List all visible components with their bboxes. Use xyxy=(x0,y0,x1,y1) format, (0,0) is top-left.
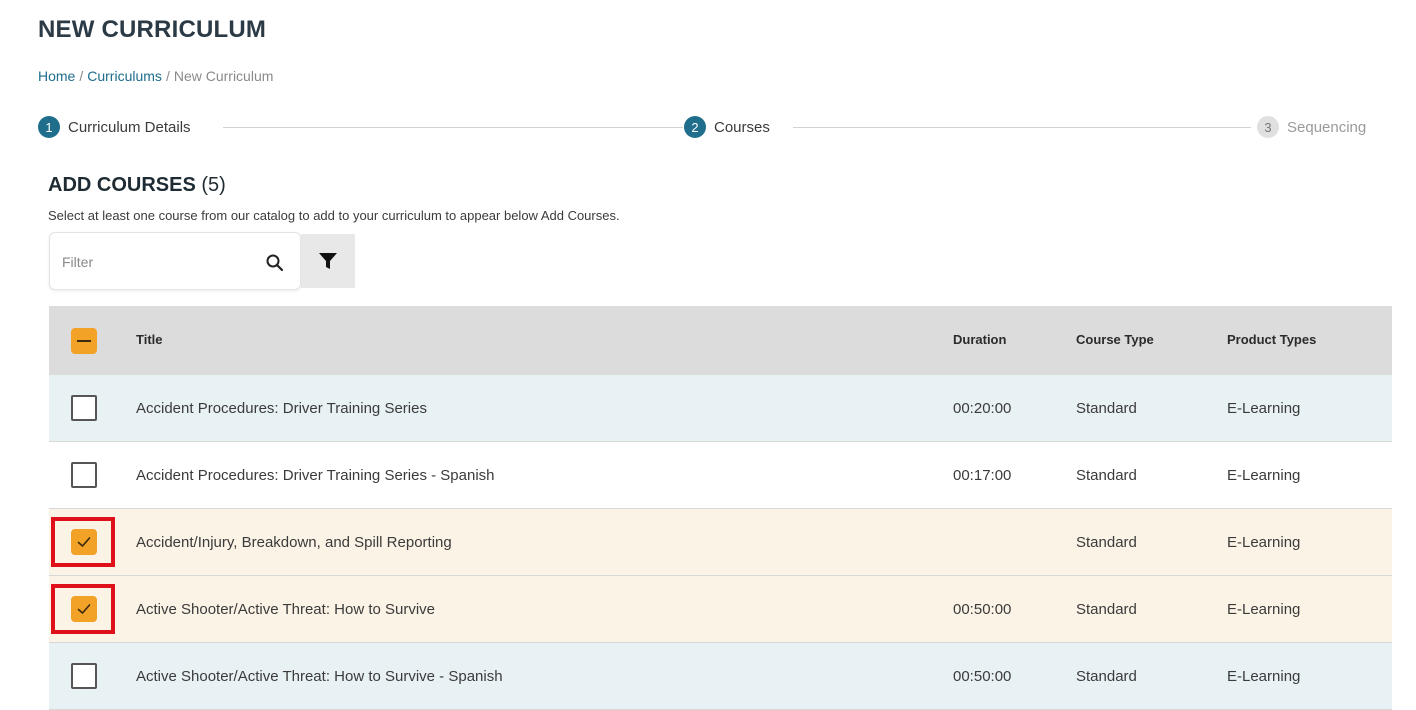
stepper-line-2 xyxy=(793,127,1251,128)
course-title: Active Shooter/Active Threat: How to Sur… xyxy=(136,667,503,685)
step-label-2: Courses xyxy=(714,118,770,136)
select-all-cell xyxy=(71,306,97,375)
course-duration: 00:17:00 xyxy=(953,466,1012,484)
select-all-checkbox[interactable] xyxy=(71,327,97,354)
course-duration: 00:50:00 xyxy=(953,667,1012,685)
progress-stepper: 1 Curriculum Details 2 Courses 3 Sequenc… xyxy=(38,116,1378,140)
section-title-text: ADD COURSES xyxy=(48,174,196,196)
table-row[interactable]: Active Shooter/Active Threat: How to Sur… xyxy=(49,576,1392,643)
filter-input[interactable] xyxy=(62,251,252,273)
course-title: Accident Procedures: Driver Training Ser… xyxy=(136,399,427,417)
search-icon[interactable] xyxy=(265,253,285,273)
course-product-types: E-Learning xyxy=(1227,667,1301,685)
course-type: Standard xyxy=(1076,466,1137,484)
row-checkbox[interactable] xyxy=(71,462,97,488)
step-courses[interactable]: 2 Courses xyxy=(684,116,770,138)
breadcrumb-current: New Curriculum xyxy=(173,68,274,84)
breadcrumb-separator: / xyxy=(165,68,170,84)
row-checkbox-cell xyxy=(71,643,97,709)
course-product-types: E-Learning xyxy=(1227,533,1301,551)
row-checkbox[interactable] xyxy=(51,584,115,634)
column-header-product-types[interactable]: Product Types xyxy=(1227,306,1316,347)
row-checkbox[interactable] xyxy=(71,395,97,421)
step-label-1: Curriculum Details xyxy=(68,118,191,136)
courses-table: Title Duration Course Type Product Types… xyxy=(49,306,1392,710)
table-header-row: Title Duration Course Type Product Types xyxy=(49,306,1392,375)
step-number-1: 1 xyxy=(38,116,60,138)
filter-field xyxy=(49,232,301,290)
course-type: Standard xyxy=(1076,600,1137,618)
table-row[interactable]: Accident/Injury, Breakdown, and Spill Re… xyxy=(49,509,1392,576)
row-checkbox-cell xyxy=(71,375,97,441)
breadcrumb: Home / Curriculums / New Curriculum xyxy=(38,68,273,84)
step-number-3: 3 xyxy=(1257,116,1279,138)
course-type: Standard xyxy=(1076,399,1137,417)
column-header-title[interactable]: Title xyxy=(136,306,163,347)
page-title: NEW CURRICULUM xyxy=(38,16,267,43)
step-number-2: 2 xyxy=(684,116,706,138)
stepper-line-1 xyxy=(223,127,683,128)
funnel-icon xyxy=(319,253,337,269)
row-checkbox-cell xyxy=(51,509,115,575)
step-label-3: Sequencing xyxy=(1287,118,1367,136)
column-header-course-type[interactable]: Course Type xyxy=(1076,306,1154,347)
filter-button[interactable] xyxy=(301,234,355,288)
row-checkbox[interactable] xyxy=(51,517,115,567)
course-product-types: E-Learning xyxy=(1227,466,1301,484)
course-type: Standard xyxy=(1076,667,1137,685)
section-description: Select at least one course from our cata… xyxy=(48,208,620,223)
course-title: Active Shooter/Active Threat: How to Sur… xyxy=(136,600,436,618)
course-product-types: E-Learning xyxy=(1227,399,1301,417)
course-count: (5) xyxy=(201,174,226,196)
course-duration: 00:50:00 xyxy=(953,600,1012,618)
course-type: Standard xyxy=(1076,533,1137,551)
course-duration: 00:20:00 xyxy=(953,399,1012,417)
column-header-duration[interactable]: Duration xyxy=(953,306,1006,347)
table-row[interactable]: Accident Procedures: Driver Training Ser… xyxy=(49,442,1392,509)
course-title: Accident/Injury, Breakdown, and Spill Re… xyxy=(136,533,452,551)
breadcrumb-curriculums-link[interactable]: Curriculums xyxy=(87,68,162,84)
row-checkbox-cell xyxy=(71,442,97,508)
checkmark-icon xyxy=(77,537,91,547)
row-checkbox-cell xyxy=(51,576,115,642)
step-sequencing[interactable]: 3 Sequencing xyxy=(1257,116,1367,138)
checkmark-icon xyxy=(77,604,91,614)
step-curriculum-details[interactable]: 1 Curriculum Details xyxy=(38,116,191,138)
breadcrumb-separator: / xyxy=(79,68,84,84)
breadcrumb-home-link[interactable]: Home xyxy=(38,68,75,84)
course-product-types: E-Learning xyxy=(1227,600,1301,618)
course-title: Accident Procedures: Driver Training Ser… xyxy=(136,466,495,484)
table-row[interactable]: Accident Procedures: Driver Training Ser… xyxy=(49,375,1392,442)
section-title: ADD COURSES (5) xyxy=(48,174,226,197)
table-row[interactable]: Active Shooter/Active Threat: How to Sur… xyxy=(49,643,1392,710)
row-checkbox[interactable] xyxy=(71,663,97,689)
